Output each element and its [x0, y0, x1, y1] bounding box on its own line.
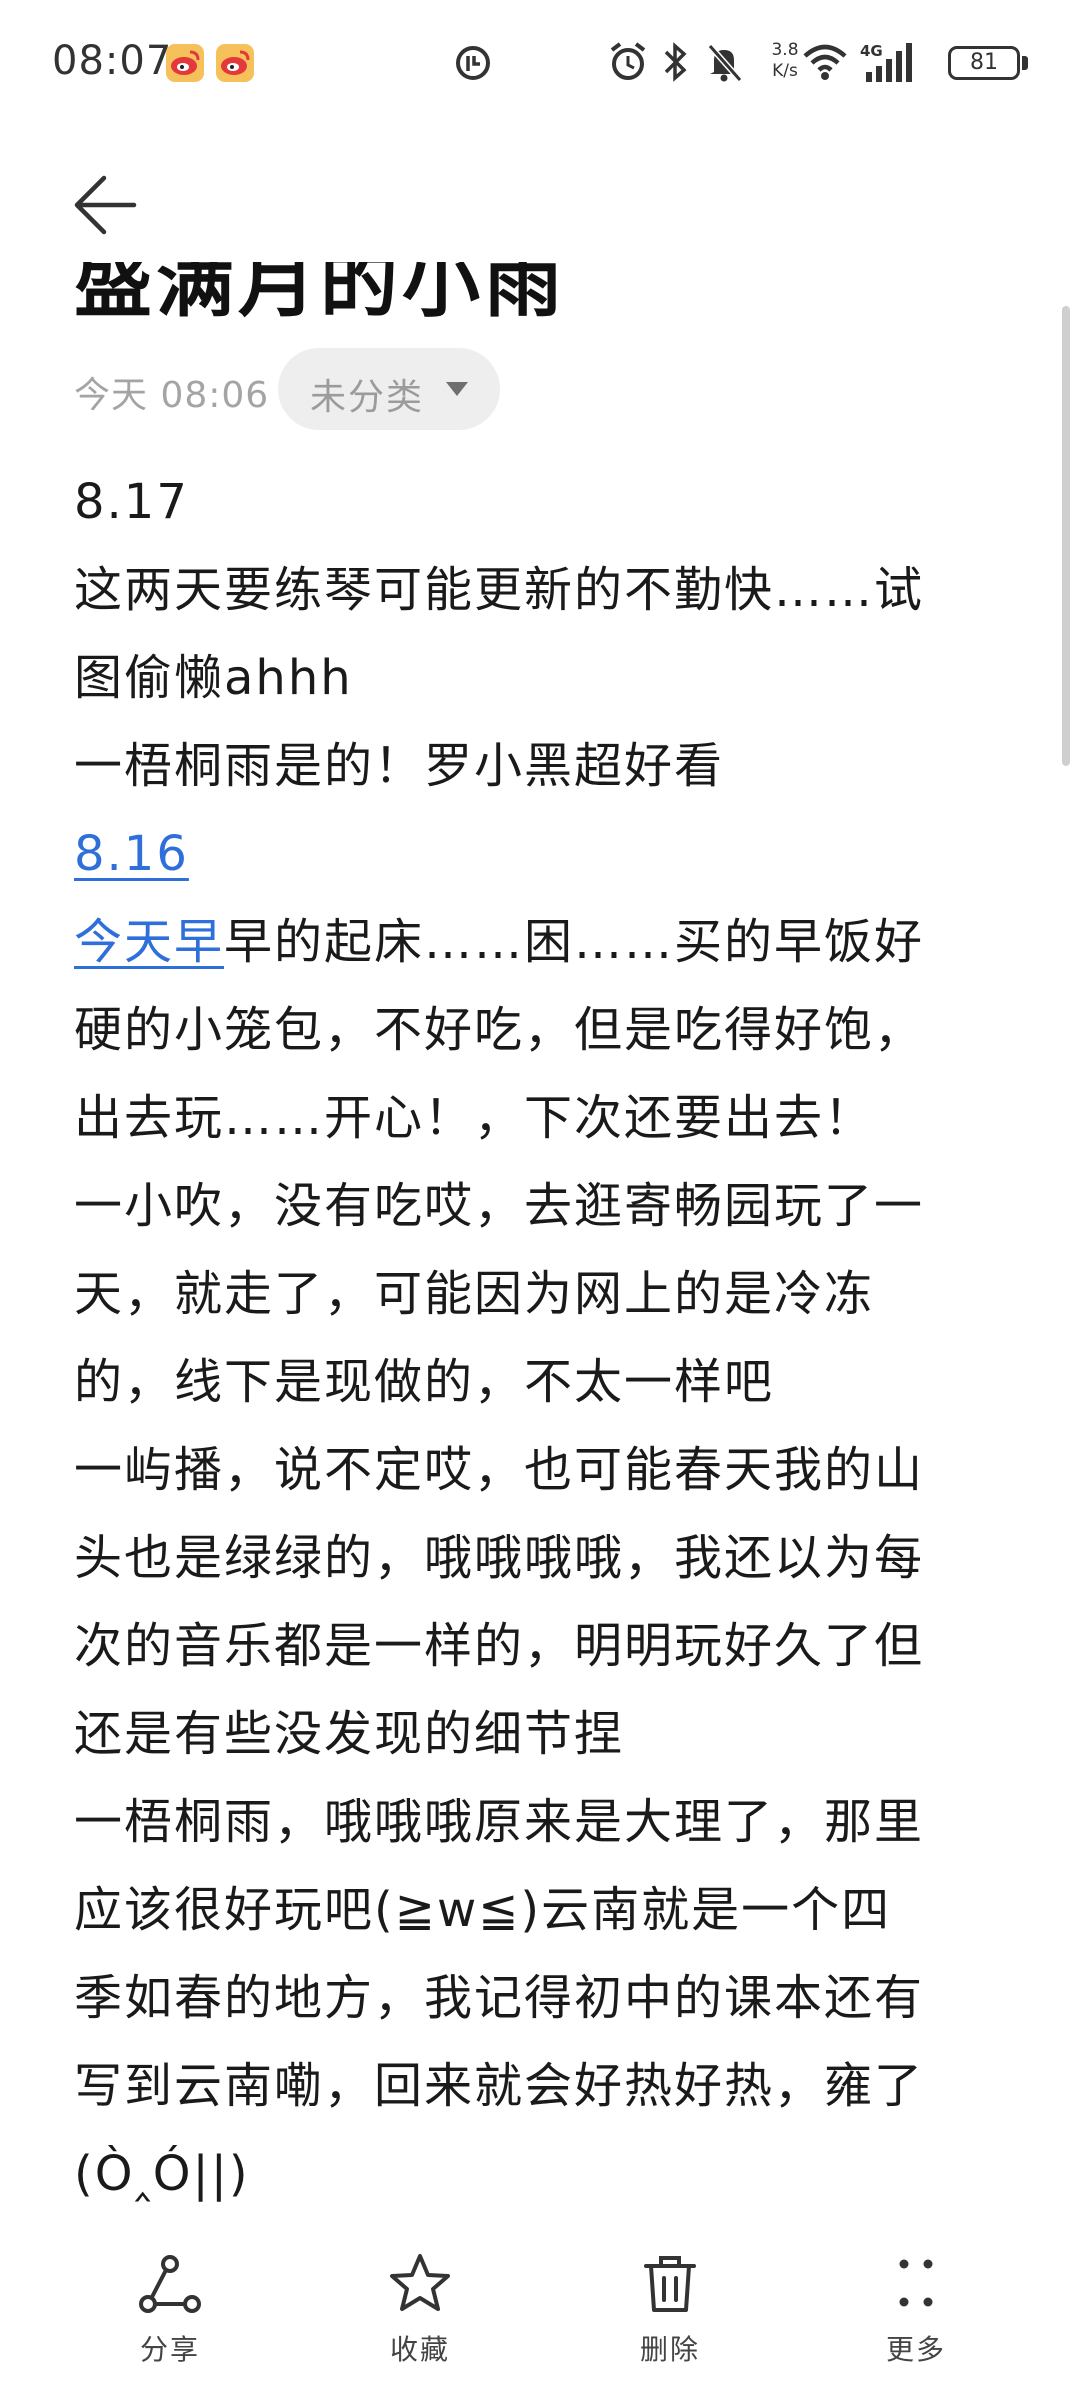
trash-icon — [644, 2256, 696, 2312]
note-line: 头也是绿绿的，哦哦哦哦，我还以为每 — [74, 1530, 925, 1586]
battery-cap — [1022, 56, 1028, 70]
weibo-icon — [166, 44, 204, 82]
mute-icon — [704, 40, 744, 86]
network-speed-value: 3.8 — [771, 40, 799, 60]
network-speed-unit: K/s — [772, 61, 798, 81]
note-line: 出去玩……开心！，下次还要出去！ — [74, 1090, 875, 1146]
do-not-disturb-icon — [454, 44, 492, 86]
network-type: 4G — [860, 42, 883, 60]
battery-level: 81 — [970, 50, 998, 75]
note-line: 8.17 — [74, 474, 189, 530]
bluetooth-icon — [660, 40, 690, 86]
text-link[interactable]: 今天早 — [74, 914, 224, 970]
note-line-text: 早的起床……困……买的早饭好 — [224, 914, 925, 970]
more-label: 更多 — [885, 2333, 946, 2366]
status-bar: 08:07 3.8 K/s 4G 81 — [0, 0, 1080, 130]
weibo-icon — [216, 44, 254, 82]
note-date: 今天 08:06 — [74, 375, 270, 416]
note-line: 的，线下是现做的，不太一样吧 — [74, 1354, 775, 1410]
note-line: (Ò‸Ó||) — [74, 2146, 250, 2202]
delete-label: 删除 — [639, 2333, 700, 2366]
more-dots-icon — [899, 2259, 933, 2307]
category-label: 未分类 — [310, 377, 425, 418]
note-title[interactable]: 盛满月的小雨 — [74, 262, 566, 324]
network-speed: 3.8 K/s — [763, 40, 807, 82]
note-line: 硬的小笼包，不好吃，但是吃得好饱， — [74, 1002, 925, 1058]
share-icon — [139, 2255, 201, 2313]
note-line: 一屿播，说不定哎，也可能春天我的山 — [74, 1442, 925, 1498]
note-line: 今天早早的起床……困……买的早饭好 — [74, 898, 1020, 986]
note-body[interactable]: 8.17 这两天要练琴可能更新的不勤快……试 图偷懒ahhh 一梧桐雨是的！罗小… — [74, 458, 1020, 2218]
more-button[interactable]: 更多 — [846, 2250, 986, 2380]
bottom-toolbar: 分享 收藏 删除 更多 — [0, 2240, 1080, 2388]
note-line: 图偷懒ahhh — [74, 650, 353, 706]
note-line: 应该很好玩吧(≧w≦)云南就是一个四 — [74, 1882, 892, 1938]
status-time: 08:07 — [52, 38, 173, 84]
note-line: 季如春的地方，我记得初中的课本还有 — [74, 1970, 925, 2026]
alarm-icon — [608, 40, 648, 86]
note-line: 还是有些没发现的细节捏 — [74, 1706, 625, 1762]
signal-icon: 4G — [860, 40, 918, 86]
note-line-link: 8.16 — [74, 810, 1020, 898]
note-line: 次的音乐都是一样的，明明玩好久了但 — [74, 1618, 925, 1674]
delete-button[interactable]: 删除 — [600, 2250, 740, 2380]
favorite-button[interactable]: 收藏 — [350, 2250, 490, 2380]
wifi-icon — [802, 40, 848, 86]
back-button[interactable] — [70, 170, 140, 240]
note-line: 一梧桐雨是的！罗小黑超好看 — [74, 738, 725, 794]
note-title-text: 盛满月的小雨 — [74, 262, 567, 324]
category-selector[interactable]: 未分类 — [278, 348, 500, 430]
battery-icon: 81 — [948, 46, 1020, 80]
scrollbar[interactable] — [1062, 306, 1070, 766]
share-label: 分享 — [139, 2333, 200, 2366]
dropdown-arrow-icon — [446, 382, 468, 396]
star-icon — [390, 2254, 450, 2311]
note-line: 天，就走了，可能因为网上的是冷冻 — [74, 1266, 875, 1322]
note-line: 写到云南嘞，回来就会好热好热，雍了 — [74, 2058, 925, 2114]
note-line: 一小吹，没有吃哎，去逛寄畅园玩了一 — [74, 1178, 925, 1234]
favorite-label: 收藏 — [389, 2333, 450, 2366]
share-button[interactable]: 分享 — [100, 2250, 240, 2380]
date-link[interactable]: 8.16 — [74, 826, 189, 882]
note-line: 一梧桐雨，哦哦哦原来是大理了，那里 — [74, 1794, 925, 1850]
back-arrow-icon — [74, 175, 137, 235]
note-line: 这两天要练琴可能更新的不勤快……试 — [74, 562, 925, 618]
